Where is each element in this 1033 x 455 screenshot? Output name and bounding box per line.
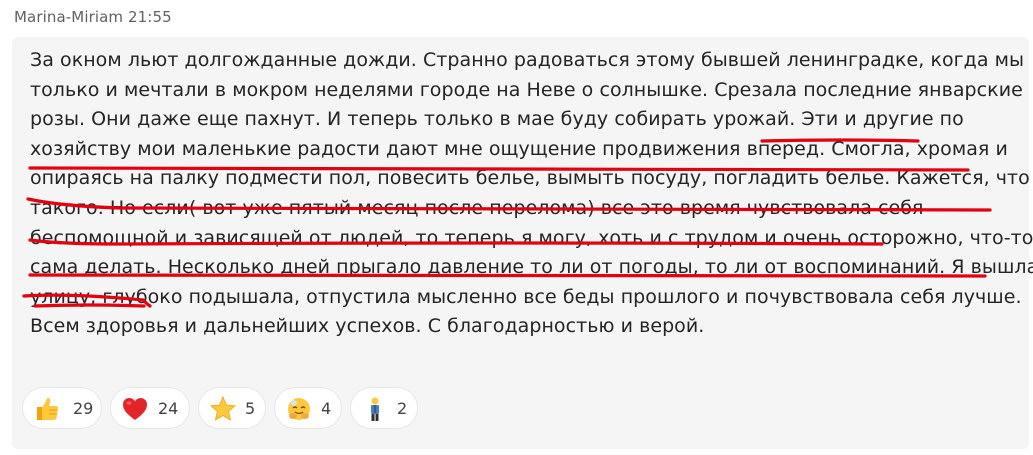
reaction-count: 2 (397, 399, 408, 418)
thumbs-up-icon (37, 397, 59, 420)
message-line: хозяйству мои маленькие радости дают мне… (30, 137, 1008, 160)
star-icon (210, 396, 236, 421)
reaction-star[interactable]: 5 (198, 387, 266, 429)
message-line: только и мечтали в мокром неделями город… (30, 78, 1023, 101)
hugging-face-icon (288, 398, 310, 420)
message-line: улицу, глубоко подышала, отпустила мысле… (30, 285, 1022, 308)
message-line: Всем здоровья и дальнейших успехов. С бл… (30, 315, 705, 338)
reaction-count: 24 (158, 399, 179, 418)
reaction-person[interactable]: 2 (350, 387, 418, 429)
reaction-count: 5 (245, 399, 256, 418)
reaction-count: 29 (73, 399, 94, 418)
reaction-heart[interactable]: 24 (110, 387, 190, 429)
reaction-hug[interactable]: 4 (274, 387, 342, 429)
reaction-thumbs-up[interactable]: 29 (22, 387, 102, 429)
red-heart-icon (123, 398, 147, 420)
author-name: Marina-Miriam (14, 8, 124, 26)
message-line: розы. Они даже еще пахнут. И теперь толь… (30, 108, 964, 131)
message-time: 21:55 (128, 8, 172, 26)
message-line: такого. Но если( вот уже пятый месяц пос… (30, 196, 924, 219)
message-line: опираясь на палку подмести пол, повесить… (30, 167, 1033, 190)
reaction-count: 4 (321, 399, 332, 418)
person-standing-icon (371, 397, 379, 421)
message-header: Marina-Miriam 21:55 (14, 8, 172, 26)
message-line: сама делать. Несколько дней прыгало давл… (30, 256, 1033, 279)
message-line: За окном льют долгожданные дожди. Странн… (30, 49, 1025, 71)
message-line: беспомощной и зависящей от людей, то теп… (30, 226, 1033, 249)
message-body: За окном льют долгожданные дожди. Странн… (30, 46, 1033, 342)
